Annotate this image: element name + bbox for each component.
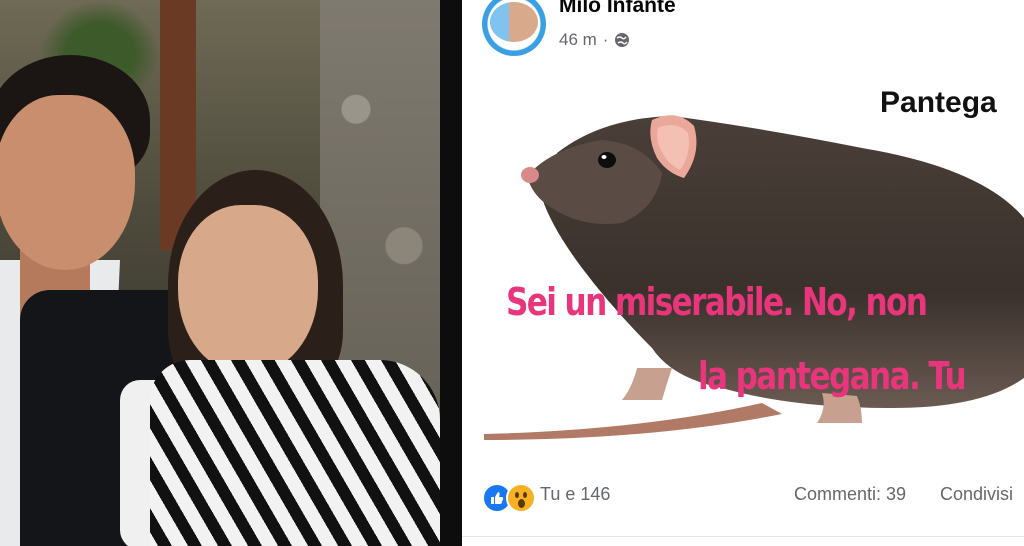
avatar-photo: [490, 2, 538, 42]
collage-divider: [440, 0, 462, 546]
action-bar-separator: [462, 536, 1024, 546]
wow-eye-left: [515, 492, 519, 498]
woman-face: [178, 205, 318, 375]
meta-separator: ·: [602, 30, 609, 49]
wow-mouth: [518, 499, 525, 508]
post-image[interactable]: Pantega Sei un miserabile. No, non la pa…: [462, 78, 1024, 468]
man-face: [0, 95, 135, 270]
meme-title: Pantega: [880, 86, 997, 119]
post-meta: 46 m ·: [559, 30, 630, 50]
author-avatar[interactable]: [482, 0, 546, 56]
globe-icon: [615, 33, 630, 47]
reaction-summary[interactable]: Tu e 146: [540, 484, 610, 505]
woman-striped-top: [150, 360, 440, 546]
post-author[interactable]: Milo Infante: [559, 0, 676, 18]
post-time[interactable]: 46 m: [559, 30, 597, 50]
reactions-bar: Tu e 146 Commenti: 39 Condivisi: [462, 478, 1024, 518]
wow-eye-right: [523, 492, 527, 498]
shares-count[interactable]: Condivisi: [940, 484, 1013, 505]
meme-caption-line-1: Sei un miserabile. No, non: [506, 280, 928, 324]
rat-illustration: [484, 115, 1024, 440]
facebook-post: Milo Infante 46 m · Pantega Sei un miser…: [462, 0, 1024, 546]
wow-icon: [506, 483, 536, 513]
comments-count[interactable]: Commenti: 39: [794, 484, 906, 505]
couple-photo: [0, 0, 440, 546]
meme-caption-line-2: la pantegana. Tu: [698, 354, 967, 398]
reaction-icons[interactable]: [482, 483, 536, 513]
